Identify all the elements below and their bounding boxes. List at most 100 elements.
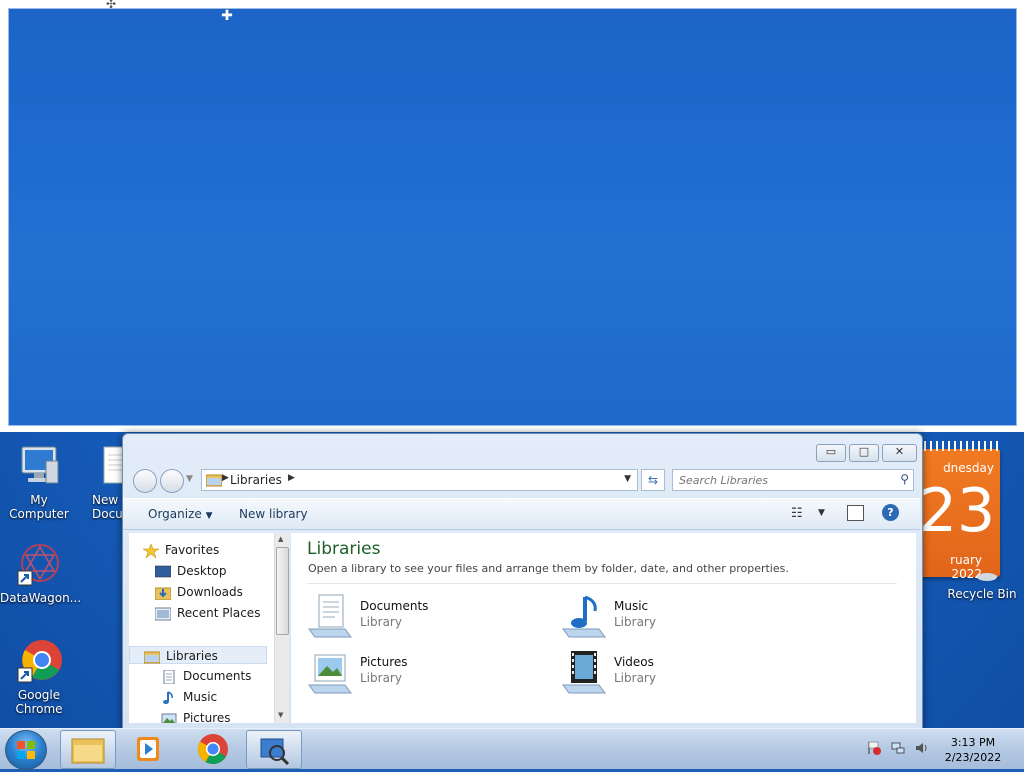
- address-dropdown-icon[interactable]: ▼: [624, 474, 631, 484]
- calendar-date: 23: [918, 476, 996, 546]
- breadcrumb-libraries[interactable]: Libraries: [230, 473, 282, 487]
- desktop-icon-recycle-bin[interactable]: Recycle Bin: [940, 543, 1024, 601]
- taskbar-magnifier[interactable]: [246, 730, 302, 769]
- pictures-icon: [161, 712, 177, 723]
- libraries-folder-icon: [205, 473, 223, 487]
- new-library-button[interactable]: New library: [239, 507, 308, 521]
- nav-item-recent-places[interactable]: Recent Places: [154, 604, 260, 622]
- search-icon[interactable]: ⚲: [900, 472, 909, 486]
- videos-library-icon: [561, 649, 607, 695]
- documents-icon: [161, 669, 177, 684]
- explorer-window[interactable]: ▭ □ ✕ ▼ ▶ Libraries ▶ ▼ ⇆ ⚲ Organize ▼ N…: [122, 433, 923, 730]
- media-player-icon: [137, 737, 159, 761]
- recycle-bin-icon: [959, 543, 1005, 583]
- content-pane: Libraries Open a library to see your fil…: [291, 533, 916, 723]
- page-description: Open a library to see your files and arr…: [308, 562, 789, 575]
- view-options-dropdown-icon[interactable]: ▼: [818, 508, 825, 518]
- organize-button[interactable]: Organize ▼: [148, 507, 213, 521]
- desktop-icon-label: My Computer: [9, 493, 69, 521]
- taskbar-explorer[interactable]: [60, 730, 116, 769]
- library-item-pictures[interactable]: Pictures Library: [307, 649, 527, 697]
- clock-date: 2/23/2022: [944, 751, 1002, 764]
- clock-time: 3:13 PM: [950, 736, 996, 749]
- search-input[interactable]: [679, 472, 889, 488]
- library-type: Library: [360, 615, 402, 629]
- nav-item-documents[interactable]: Documents: [161, 667, 251, 685]
- back-button[interactable]: [133, 469, 157, 493]
- library-type: Library: [614, 671, 656, 685]
- documents-library-icon: [307, 593, 353, 639]
- desktop-icon: [154, 565, 172, 579]
- library-name: Documents: [360, 599, 429, 613]
- cursor-icon: ✣: [106, 0, 117, 11]
- scrollbar-thumb[interactable]: [276, 547, 289, 635]
- nav-item-music[interactable]: Music: [161, 688, 217, 706]
- start-button[interactable]: [5, 730, 47, 770]
- magnifier-view: [8, 8, 1017, 426]
- folder-icon: [71, 738, 105, 764]
- recent-places-icon: [154, 607, 172, 621]
- minimize-button[interactable]: ▭: [816, 444, 846, 462]
- desktop: ✣ ✚ My Computer New T Docum: [0, 0, 1024, 730]
- search-box[interactable]: ⚲: [672, 469, 914, 491]
- network-icon[interactable]: [891, 741, 905, 755]
- address-bar[interactable]: ▶ Libraries ▶ ▼: [201, 469, 638, 491]
- nav-item-desktop[interactable]: Desktop: [154, 562, 227, 580]
- navigation-pane: Favorites Desktop Downloads Recent Place…: [129, 533, 289, 723]
- change-view-icon[interactable]: ☷: [791, 506, 803, 521]
- nav-item-downloads[interactable]: Downloads: [154, 583, 243, 601]
- library-name: Music: [614, 599, 649, 613]
- maximize-button[interactable]: □: [849, 444, 879, 462]
- breadcrumb-arrow-icon[interactable]: ▶: [288, 473, 295, 483]
- refresh-button[interactable]: ⇆: [641, 469, 665, 491]
- desktop-icon-label: Google Chrome: [15, 688, 63, 716]
- music-library-icon: [561, 593, 607, 639]
- move-cursor-icon: ✚: [221, 8, 233, 24]
- desktop-icon-google-chrome[interactable]: Google Chrome: [0, 638, 78, 716]
- desktop-icon-label: DataWagon...: [0, 591, 82, 605]
- computer-icon: [16, 443, 62, 489]
- star-icon: [142, 542, 160, 559]
- scroll-up-icon[interactable]: ▲: [278, 535, 283, 543]
- nav-item-pictures[interactable]: Pictures: [161, 709, 231, 723]
- action-center-flag-icon[interactable]: [867, 741, 881, 755]
- calendar-rings: [918, 441, 1000, 451]
- downloads-icon: [154, 586, 172, 600]
- pictures-library-icon: [307, 649, 353, 695]
- recent-pages-dropdown-icon[interactable]: ▼: [186, 474, 193, 484]
- taskbar: 3:13 PM 2/23/2022: [0, 728, 1024, 770]
- calendar-weekday: dnesday: [943, 461, 994, 475]
- library-type: Library: [360, 671, 402, 685]
- nav-item-favorites[interactable]: Favorites: [142, 541, 219, 559]
- library-type: Library: [614, 615, 656, 629]
- nav-pane-scrollbar[interactable]: ▲ ▼: [274, 533, 289, 723]
- help-icon[interactable]: ?: [882, 504, 899, 521]
- command-bar: Organize ▼ New library ☷ ▼ ?: [123, 498, 920, 530]
- desktop-icon-my-computer[interactable]: My Computer: [0, 443, 78, 521]
- volume-icon[interactable]: [915, 741, 929, 755]
- taskbar-media-player[interactable]: [120, 730, 174, 767]
- forward-button[interactable]: [160, 469, 184, 493]
- scroll-down-icon[interactable]: ▼: [278, 711, 283, 719]
- library-item-music[interactable]: Music Library: [561, 593, 781, 641]
- library-item-documents[interactable]: Documents Library: [307, 593, 527, 641]
- libraries-icon: [143, 650, 161, 664]
- datawagon-icon: [16, 541, 62, 587]
- nav-item-libraries[interactable]: Libraries: [129, 646, 267, 664]
- divider: [307, 583, 897, 584]
- chrome-icon: [16, 638, 62, 684]
- taskbar-chrome[interactable]: [186, 730, 240, 767]
- close-button[interactable]: ✕: [882, 444, 917, 462]
- windows-logo-icon: [17, 741, 35, 759]
- preview-pane-icon[interactable]: [847, 505, 864, 521]
- desktop-icon-label: Recycle Bin: [947, 587, 1017, 601]
- chevron-down-icon: ▼: [205, 511, 213, 521]
- library-name: Pictures: [360, 655, 408, 669]
- library-item-videos[interactable]: Videos Library: [561, 649, 781, 697]
- magnifier-frame: ✣ ✚: [0, 0, 1024, 432]
- desktop-icon-datawagon[interactable]: DataWagon...: [0, 541, 82, 605]
- system-clock[interactable]: 3:13 PM 2/23/2022: [938, 735, 1008, 765]
- breadcrumb-arrow-icon[interactable]: ▶: [222, 473, 229, 483]
- magnifier-icon: [260, 738, 290, 766]
- chrome-icon: [197, 734, 228, 765]
